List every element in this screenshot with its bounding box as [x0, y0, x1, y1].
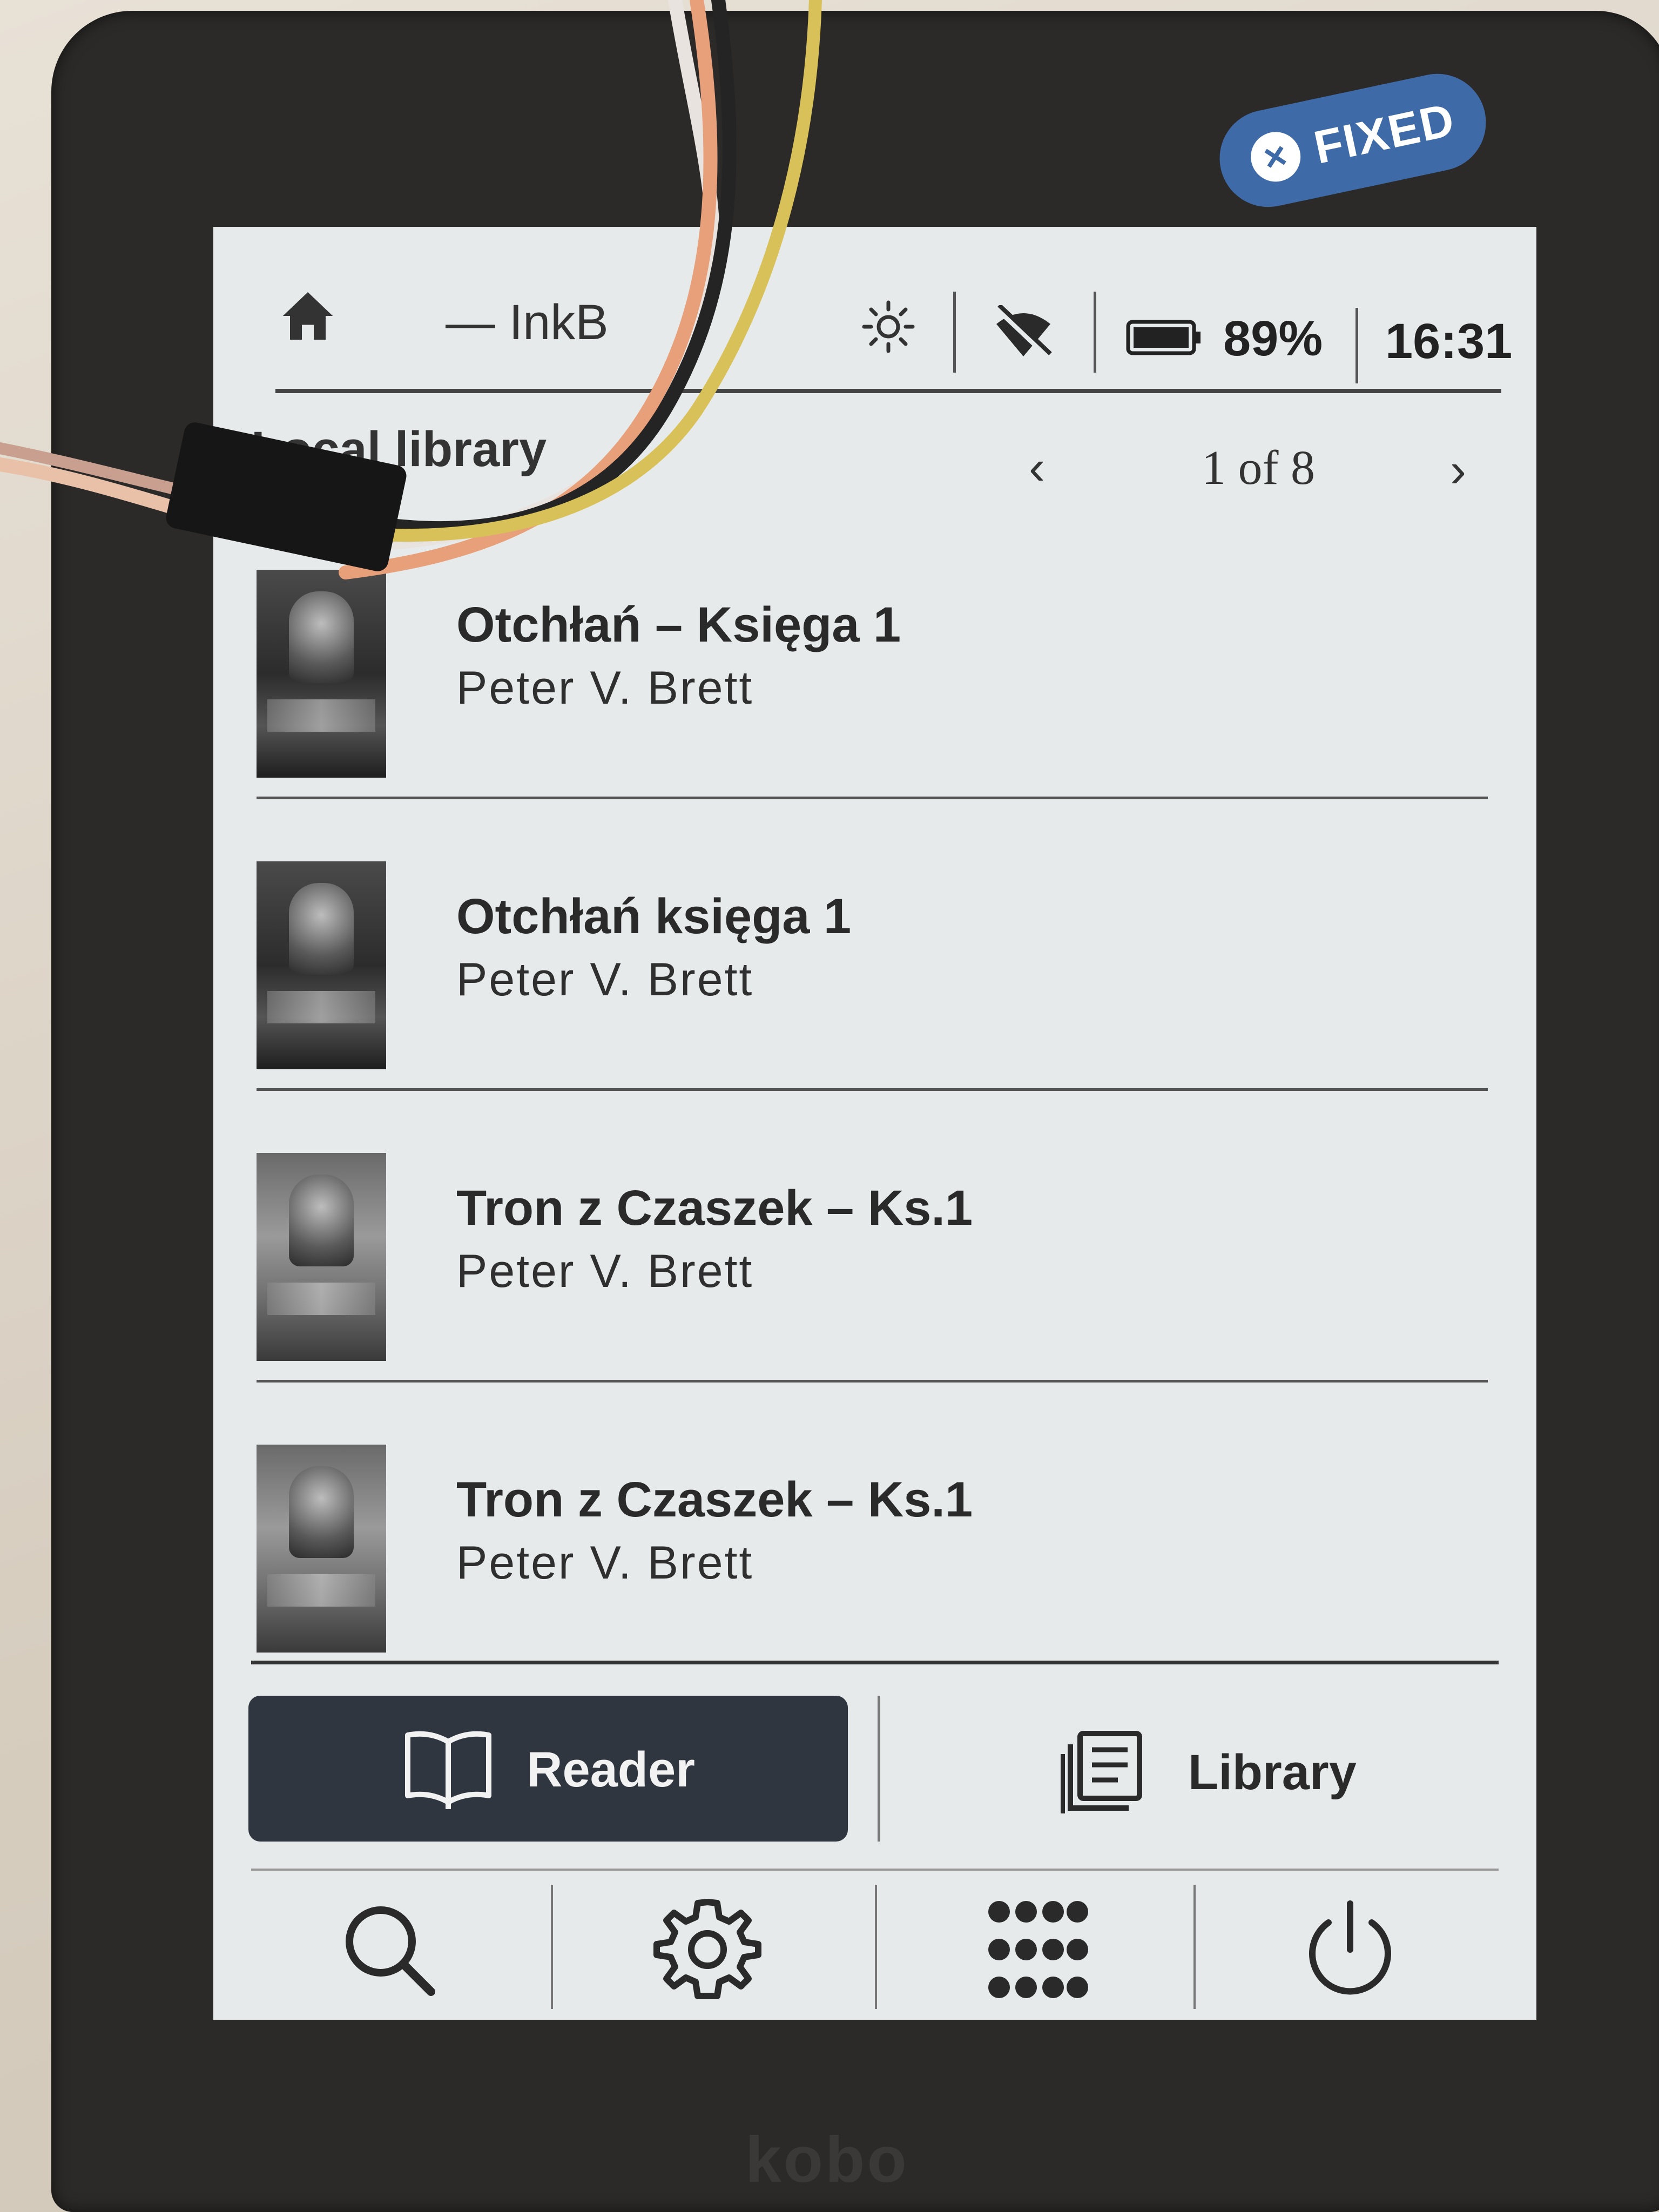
apps-grid-icon[interactable] [983, 1896, 1091, 2004]
toolbar-separator [1193, 1885, 1196, 2009]
app-title: — InkB [446, 295, 609, 350]
status-bar: — InkB 89% 16:31 [213, 227, 1536, 400]
book-list-item[interactable]: Tron z Czaszek – Ks.1 Peter V. Brett [257, 1382, 1488, 1671]
list-bottom-divider [251, 1661, 1499, 1664]
next-page-button[interactable]: › [1450, 443, 1466, 498]
clock: 16:31 [1385, 314, 1513, 369]
tab-reader[interactable]: Reader [248, 1696, 848, 1842]
book-cover [257, 1153, 386, 1361]
book-author: Peter V. Brett [456, 662, 754, 714]
book-cover [257, 861, 386, 1069]
open-book-icon [405, 1731, 491, 1809]
home-icon[interactable] [278, 286, 338, 346]
device-brand-logo: kobo [745, 2123, 909, 2196]
book-list-item[interactable]: Otchłań – Księga 1 Peter V. Brett [257, 508, 1488, 799]
book-title: Otchłań księga 1 [456, 889, 852, 944]
book-author: Peter V. Brett [456, 954, 754, 1006]
book-author: Peter V. Brett [456, 1245, 754, 1297]
header-divider [275, 389, 1501, 393]
book-title: Tron z Czaszek – Ks.1 [456, 1472, 973, 1527]
close-icon: × [1246, 127, 1306, 186]
previous-page-button[interactable]: ‹ [1029, 440, 1045, 496]
tab-reader-label: Reader [527, 1742, 695, 1797]
battery-percent: 89% [1223, 311, 1323, 366]
library-stack-icon [1061, 1731, 1142, 1813]
toolbar-divider [251, 1869, 1499, 1871]
battery-icon [1126, 320, 1201, 355]
book-cover [257, 570, 386, 778]
status-separator [1355, 308, 1358, 383]
power-icon[interactable] [1296, 1896, 1404, 2004]
tab-library[interactable]: Library [880, 1696, 1480, 1842]
search-icon[interactable] [335, 1896, 443, 2004]
wifi-off-icon[interactable] [991, 305, 1056, 359]
brightness-icon[interactable] [861, 300, 915, 354]
book-list-item[interactable]: Tron z Czaszek – Ks.1 Peter V. Brett [257, 1091, 1488, 1382]
book-author: Peter V. Brett [456, 1537, 754, 1589]
toolbar-separator [875, 1885, 877, 2009]
sticker-label: FIXED [1309, 93, 1460, 174]
tab-library-label: Library [1188, 1745, 1357, 1800]
status-separator [953, 292, 956, 373]
toolbar-separator [551, 1885, 553, 2009]
book-list-item[interactable]: Otchłań księga 1 Peter V. Brett [257, 799, 1488, 1091]
book-cover [257, 1445, 386, 1653]
book-title: Otchłań – Księga 1 [456, 597, 901, 652]
book-title: Tron z Czaszek – Ks.1 [456, 1181, 973, 1236]
page-indicator: 1 of 8 [1202, 441, 1315, 495]
ereader-screen: — InkB 89% 16:31 Local library ‹ 1 of 8 … [213, 227, 1536, 2020]
status-separator [1094, 292, 1096, 373]
gear-icon[interactable] [653, 1896, 761, 2004]
section-title: Local library [251, 422, 547, 477]
